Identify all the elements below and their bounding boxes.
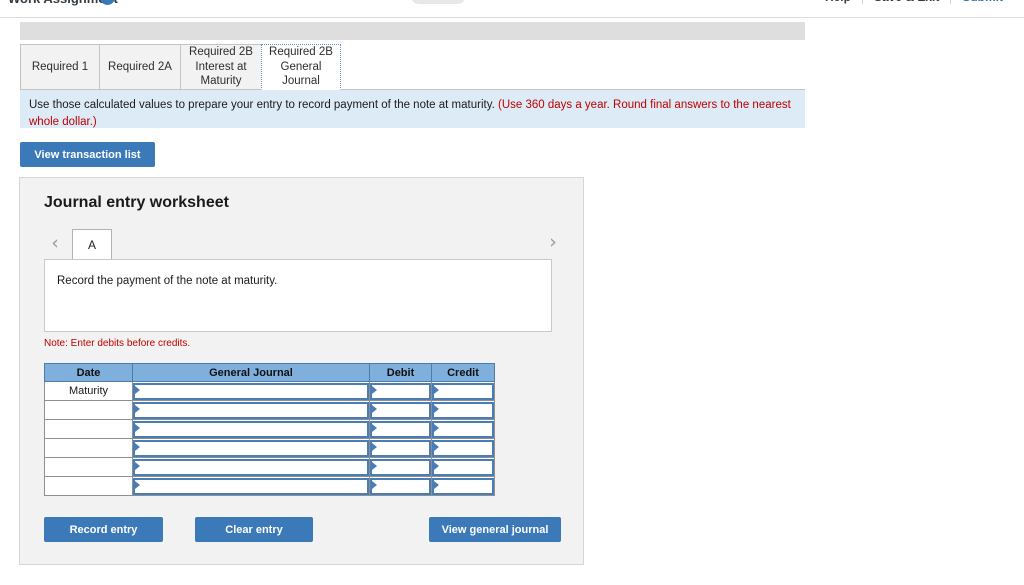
save-exit-link[interactable]: Save & Exit	[863, 0, 950, 4]
dropdown-triangle-icon	[372, 461, 377, 470]
cell-account[interactable]	[132, 400, 370, 420]
column-header-general-journal: General Journal	[132, 363, 370, 382]
account-select[interactable]	[133, 439, 369, 457]
clear-entry-button[interactable]: Clear entry	[195, 517, 313, 542]
cell-credit[interactable]	[431, 381, 495, 401]
cell-date[interactable]	[44, 438, 133, 458]
account-select[interactable]	[133, 477, 369, 495]
cell-date[interactable]	[44, 476, 133, 496]
general-journal-table: Date General Journal Debit Credit Maturi…	[44, 363, 495, 496]
cell-account[interactable]	[132, 438, 370, 458]
submit-link[interactable]: Submit	[951, 0, 1014, 4]
cell-date[interactable]	[44, 419, 133, 439]
dropdown-triangle-icon	[135, 480, 140, 489]
dropdown-triangle-icon	[434, 385, 439, 394]
journal-entry-worksheet-panel: Journal entry worksheet ‹ A › Record the…	[19, 177, 584, 565]
debit-input[interactable]	[370, 458, 431, 476]
dropdown-triangle-icon	[135, 442, 140, 451]
view-general-journal-button[interactable]: View general journal	[429, 517, 561, 542]
header-actions: Help Save & Exit Submit	[814, 0, 1014, 4]
credit-input[interactable]	[432, 439, 494, 457]
cell-credit[interactable]	[431, 400, 495, 420]
chevron-left-icon[interactable]: ‹	[44, 228, 66, 258]
table-row: Maturity	[44, 381, 495, 401]
view-transaction-list-button[interactable]: View transaction list	[20, 142, 155, 167]
table-header-row: Date General Journal Debit Credit	[44, 363, 495, 382]
cell-date[interactable]	[44, 457, 133, 477]
table-row	[44, 476, 495, 496]
credit-input[interactable]	[432, 458, 494, 476]
debit-input[interactable]	[370, 477, 431, 495]
account-select[interactable]	[133, 420, 369, 438]
debit-input[interactable]	[370, 420, 431, 438]
debits-before-credits-note: Note: Enter debits before credits.	[44, 338, 191, 349]
record-entry-button[interactable]: Record entry	[44, 517, 163, 542]
cell-credit[interactable]	[431, 438, 495, 458]
dropdown-triangle-icon	[372, 385, 377, 394]
table-row	[44, 419, 495, 439]
dropdown-triangle-icon	[135, 461, 140, 470]
dropdown-triangle-icon	[135, 404, 140, 413]
help-link[interactable]: Help	[814, 0, 862, 4]
tab-required-1[interactable]: Required 1	[20, 44, 100, 89]
cell-debit[interactable]	[369, 381, 432, 401]
app-header: Work Assignment i Saved Help Save & Exit…	[0, 0, 1024, 18]
dropdown-triangle-icon	[434, 480, 439, 489]
table-row	[44, 400, 495, 420]
requirement-tabs: Required 1 Required 2A Required 2B Inter…	[20, 44, 805, 90]
cell-debit[interactable]	[369, 400, 432, 420]
cell-credit[interactable]	[431, 457, 495, 477]
debit-input[interactable]	[370, 382, 431, 400]
dropdown-triangle-icon	[135, 385, 140, 394]
dropdown-triangle-icon	[434, 404, 439, 413]
dropdown-triangle-icon	[372, 480, 377, 489]
cell-account[interactable]	[132, 419, 370, 439]
instruction-text: Use those calculated values to prepare y…	[29, 99, 495, 111]
cell-account[interactable]	[132, 381, 370, 401]
credit-input[interactable]	[432, 401, 494, 419]
dropdown-triangle-icon	[434, 423, 439, 432]
worksheet-entry-tabs: ‹ A ›	[44, 225, 564, 260]
cell-debit[interactable]	[369, 476, 432, 496]
cell-debit[interactable]	[369, 438, 432, 458]
cell-date[interactable]	[44, 400, 133, 420]
chevron-right-icon[interactable]: ›	[542, 227, 564, 257]
credit-input[interactable]	[432, 477, 494, 495]
debit-input[interactable]	[370, 401, 431, 419]
account-select[interactable]	[133, 401, 369, 419]
dropdown-triangle-icon	[434, 442, 439, 451]
cell-debit[interactable]	[369, 457, 432, 477]
account-select[interactable]	[133, 458, 369, 476]
cell-account[interactable]	[132, 457, 370, 477]
cell-date[interactable]: Maturity	[44, 381, 133, 401]
worksheet-title: Journal entry worksheet	[44, 194, 229, 211]
credit-input[interactable]	[432, 382, 494, 400]
cell-account[interactable]	[132, 476, 370, 496]
dropdown-triangle-icon	[135, 423, 140, 432]
dropdown-triangle-icon	[372, 442, 377, 451]
cell-credit[interactable]	[431, 476, 495, 496]
tab-required-2a[interactable]: Required 2A	[99, 44, 181, 89]
entry-description-text: Record the payment of the note at maturi…	[57, 275, 278, 287]
cell-debit[interactable]	[369, 419, 432, 439]
status-badge: Saved	[411, 0, 465, 4]
tab-required-2b-general-journal[interactable]: Required 2B General Journal	[261, 44, 341, 90]
table-row	[44, 457, 495, 477]
credit-input[interactable]	[432, 420, 494, 438]
entry-description-box: Record the payment of the note at maturi…	[44, 259, 552, 332]
column-header-debit: Debit	[369, 363, 432, 382]
account-select[interactable]	[133, 382, 369, 400]
toolbar-strip	[20, 22, 805, 40]
column-header-credit: Credit	[431, 363, 495, 382]
table-row	[44, 438, 495, 458]
instruction-banner: Use those calculated values to prepare y…	[20, 90, 805, 128]
tab-required-2b-interest[interactable]: Required 2B Interest at Maturity	[180, 44, 262, 89]
dropdown-triangle-icon	[434, 461, 439, 470]
column-header-date: Date	[44, 363, 133, 382]
dropdown-triangle-icon	[372, 423, 377, 432]
entry-tab-a[interactable]: A	[72, 229, 112, 260]
cell-credit[interactable]	[431, 419, 495, 439]
debit-input[interactable]	[370, 439, 431, 457]
dropdown-triangle-icon	[372, 404, 377, 413]
